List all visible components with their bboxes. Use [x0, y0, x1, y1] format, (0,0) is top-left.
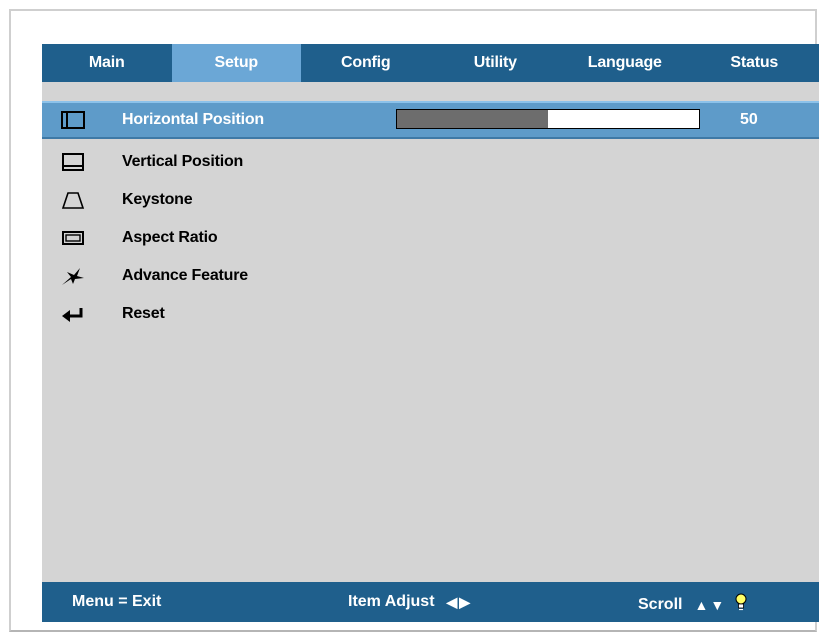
slider-fill [397, 110, 548, 128]
lightbulb-icon [734, 593, 748, 616]
tab-language[interactable]: Language [560, 44, 690, 82]
menu-item-label: Reset [122, 305, 165, 322]
horizontal-position-slider[interactable] [396, 109, 700, 129]
menu-list: Horizontal Position 50 Vertical Position [42, 101, 819, 333]
tab-status[interactable]: Status [690, 44, 820, 82]
left-right-arrows-icon: ◀▶ [446, 593, 473, 610]
horizontal-position-icon [60, 110, 86, 130]
slider-value: 50 [740, 111, 758, 128]
aspect-ratio-icon [60, 228, 86, 248]
menu-item-keystone[interactable]: Keystone [42, 181, 819, 219]
menu-item-reset[interactable]: Reset [42, 295, 819, 333]
menu-item-label: Horizontal Position [122, 111, 264, 128]
menu-item-label: Advance Feature [122, 267, 248, 284]
tab-utility[interactable]: Utility [431, 44, 561, 82]
scroll-hint: Scroll ▲▼ [638, 593, 748, 616]
scroll-label: Scroll [638, 595, 683, 613]
menu-item-label: Aspect Ratio [122, 229, 218, 246]
tab-setup[interactable]: Setup [171, 44, 301, 82]
item-adjust-label: Item Adjust [348, 593, 435, 610]
menu-exit-hint: Menu = Exit [72, 593, 162, 610]
menu-item-label: Keystone [122, 191, 193, 208]
advance-feature-icon [60, 266, 86, 286]
vertical-position-icon [60, 152, 86, 172]
tab-config[interactable]: Config [301, 44, 431, 82]
menu-item-aspect-ratio[interactable]: Aspect Ratio [42, 219, 819, 257]
up-down-arrows-icon: ▲▼ [694, 596, 727, 613]
reset-icon [60, 304, 86, 324]
menu-item-label: Vertical Position [122, 153, 244, 170]
osd-menu-panel: Main Setup Config Utility Language Statu… [42, 44, 819, 622]
tab-bar: Main Setup Config Utility Language Statu… [42, 44, 819, 82]
keystone-icon [60, 190, 86, 210]
item-adjust-hint: Item Adjust ◀▶ [348, 593, 472, 611]
window-frame: Main Setup Config Utility Language Statu… [9, 9, 819, 632]
menu-item-vertical-position[interactable]: Vertical Position [42, 143, 819, 181]
menu-item-advance-feature[interactable]: Advance Feature [42, 257, 819, 295]
status-bar: Menu = Exit Item Adjust ◀▶ Scroll ▲▼ [42, 582, 819, 622]
tab-main[interactable]: Main [42, 44, 172, 82]
menu-item-horizontal-position[interactable]: Horizontal Position 50 [42, 101, 819, 139]
